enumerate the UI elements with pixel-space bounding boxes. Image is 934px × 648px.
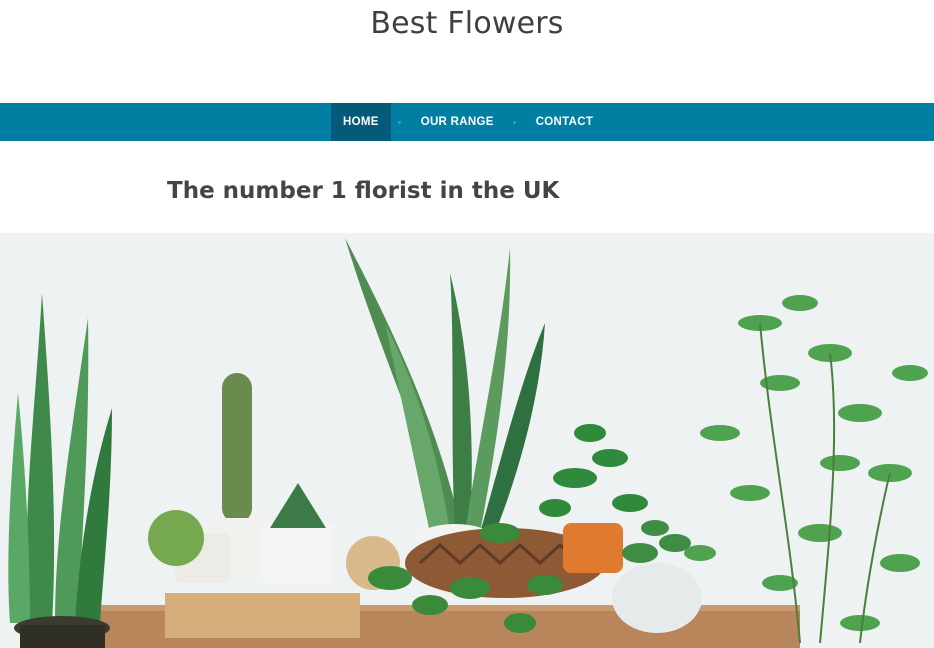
page-tagline: The number 1 florist in the UK (167, 178, 560, 204)
hero-image (0, 233, 934, 648)
nav-item-our-range[interactable]: OUR RANGE (409, 103, 506, 141)
nav-separator (391, 103, 409, 141)
nav-item-contact[interactable]: CONTACT (524, 103, 605, 141)
nav-menu: HOME OUR RANGE CONTACT (331, 103, 605, 141)
nav-item-home[interactable]: HOME (331, 103, 391, 141)
nav-separator (506, 103, 524, 141)
main-navigation: HOME OUR RANGE CONTACT (0, 103, 934, 141)
site-title[interactable]: Best Flowers (0, 6, 934, 41)
site-header: Best Flowers (0, 0, 934, 103)
